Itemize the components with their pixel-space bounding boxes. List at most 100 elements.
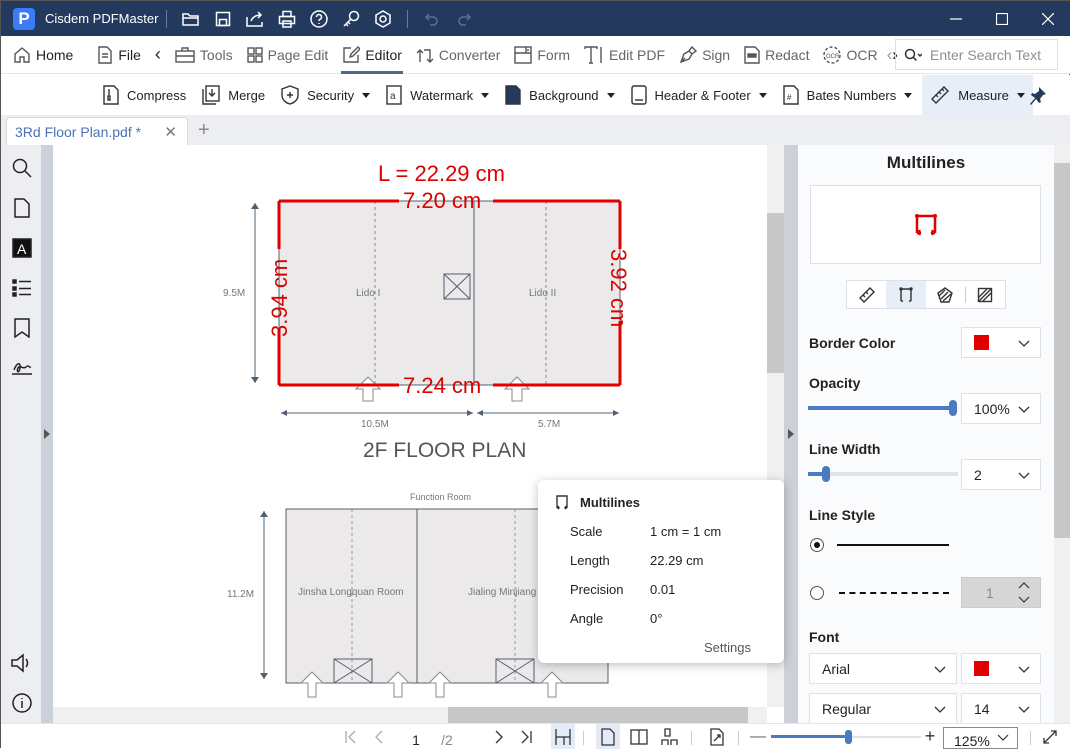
horizontal-scrollbar[interactable]: [53, 707, 767, 723]
help-icon[interactable]: [308, 8, 330, 30]
single-page-icon: [601, 727, 615, 746]
opacity-slider[interactable]: [808, 400, 957, 416]
tab-bar: 3Rd Floor Plan.pdf * ✕ +: [1, 115, 1070, 146]
outline-list-icon[interactable]: [11, 277, 33, 299]
mode-hatch[interactable]: [966, 281, 1005, 308]
add-tab-button[interactable]: +: [198, 119, 210, 142]
tab-document[interactable]: 3Rd Floor Plan.pdf * ✕: [6, 117, 188, 146]
info-icon[interactable]: [11, 692, 33, 714]
open-folder-icon[interactable]: [180, 8, 202, 30]
opacity-dropdown[interactable]: 100%: [961, 393, 1041, 424]
popup-label: Length: [570, 553, 610, 568]
first-page-button[interactable]: [341, 724, 361, 749]
close-button[interactable]: [1025, 1, 1070, 36]
slider-knob[interactable]: [845, 730, 852, 744]
stepper-up-icon[interactable]: [1018, 581, 1030, 591]
next-page-button[interactable]: [489, 724, 509, 749]
background-button[interactable]: Background: [497, 75, 622, 115]
font-color-dropdown[interactable]: [961, 653, 1041, 684]
fullscreen-button[interactable]: [1039, 724, 1061, 749]
font-style-dropdown[interactable]: Regular: [809, 693, 957, 723]
speaker-icon[interactable]: [11, 652, 33, 674]
line-style-label: Line Style: [809, 507, 876, 523]
search-box[interactable]: Enter Search Text: [895, 39, 1058, 70]
header-footer-button[interactable]: Header & Footer: [623, 75, 775, 115]
font-size-dropdown[interactable]: 14: [961, 693, 1041, 723]
menu-redact[interactable]: Redact: [737, 36, 816, 74]
scrollbar-thumb[interactable]: [767, 213, 784, 373]
prev-page-button[interactable]: [369, 724, 389, 749]
fit-width-button[interactable]: [551, 724, 575, 749]
menu-sign[interactable]: Sign: [672, 36, 737, 74]
settings-icon[interactable]: [372, 8, 394, 30]
measure-button[interactable]: Measure: [922, 75, 1033, 115]
menu-ocr[interactable]: OCR OCR: [816, 36, 884, 74]
redo-icon[interactable]: [453, 8, 475, 30]
key-icon[interactable]: [340, 8, 362, 30]
mode-distance[interactable]: [847, 281, 886, 308]
watermark-button[interactable]: a Watermark: [378, 75, 497, 115]
slider-fill: [771, 735, 849, 738]
slider-knob[interactable]: [949, 400, 957, 416]
maximize-button[interactable]: [979, 1, 1025, 36]
divider: [738, 731, 739, 745]
share-icon[interactable]: [244, 8, 266, 30]
security-button[interactable]: Security: [273, 75, 378, 115]
close-tab-icon[interactable]: ✕: [164, 123, 177, 141]
menu-converter[interactable]: Converter: [409, 36, 507, 74]
zoom-slider[interactable]: [771, 730, 921, 744]
border-color-dropdown[interactable]: [961, 327, 1041, 358]
menu-label: Redact: [765, 46, 810, 63]
bates-numbers-button[interactable]: # Bates Numbers: [775, 75, 921, 115]
menu-edit-pdf[interactable]: Edit PDF: [577, 36, 672, 74]
divider: [691, 731, 692, 745]
settings-link[interactable]: Settings: [704, 640, 751, 655]
page-thumbnail-icon[interactable]: [11, 197, 33, 219]
compress-button[interactable]: Compress: [95, 75, 194, 115]
slider-knob[interactable]: [822, 466, 830, 482]
single-page-button[interactable]: [596, 724, 620, 749]
merge-button[interactable]: Merge: [194, 75, 273, 115]
text-icon[interactable]: A: [11, 237, 33, 259]
scrollbar-thumb[interactable]: [448, 707, 748, 723]
scrollbar-thumb[interactable]: [1054, 163, 1070, 538]
menu-page-edit[interactable]: Page Edit: [240, 36, 336, 74]
search-input[interactable]: Enter Search Text: [930, 47, 1041, 63]
zoom-in-button[interactable]: +: [923, 724, 937, 749]
mode-area[interactable]: [926, 281, 965, 308]
svg-text:A: A: [17, 241, 27, 257]
line-width-slider[interactable]: [808, 466, 958, 482]
signature-icon[interactable]: [11, 357, 33, 379]
menu-home[interactable]: Home: [1, 36, 80, 74]
line-style-dashed-radio[interactable]: [810, 586, 824, 600]
room-label: Lido I: [356, 288, 380, 299]
left-panel-toggle[interactable]: [41, 145, 53, 723]
search-icon[interactable]: [11, 157, 33, 179]
last-page-button[interactable]: [516, 724, 536, 749]
right-panel-toggle[interactable]: [784, 145, 798, 723]
mode-multilines[interactable]: [886, 281, 926, 308]
stepper-down-icon[interactable]: [1018, 595, 1030, 605]
menu-form[interactable]: Form: [507, 36, 577, 74]
menu-scroll-left[interactable]: ‹: [148, 36, 168, 74]
line-style-solid-radio[interactable]: [810, 538, 824, 552]
rotate-page-button[interactable]: [705, 724, 729, 749]
panel-scrollbar[interactable]: [1054, 145, 1070, 723]
pin-icon[interactable]: [1029, 86, 1047, 106]
dash-stepper[interactable]: 1: [961, 577, 1041, 608]
menu-tools[interactable]: Tools: [168, 36, 240, 74]
two-page-button[interactable]: [627, 724, 651, 749]
undo-icon[interactable]: [421, 8, 443, 30]
zoom-level-dropdown[interactable]: 125%: [943, 727, 1018, 749]
save-icon[interactable]: [212, 8, 234, 30]
menu-file[interactable]: File: [90, 36, 148, 74]
line-width-dropdown[interactable]: 2: [961, 459, 1041, 490]
print-icon[interactable]: [276, 8, 298, 30]
page-number-input[interactable]: 1: [406, 727, 426, 752]
minimize-button[interactable]: [933, 1, 979, 36]
menu-editor[interactable]: Editor: [335, 36, 409, 74]
font-family-dropdown[interactable]: Arial: [809, 653, 957, 684]
continuous-page-button[interactable]: [658, 724, 682, 749]
zoom-out-button[interactable]: —: [749, 724, 767, 749]
bookmark-icon[interactable]: [11, 317, 33, 339]
